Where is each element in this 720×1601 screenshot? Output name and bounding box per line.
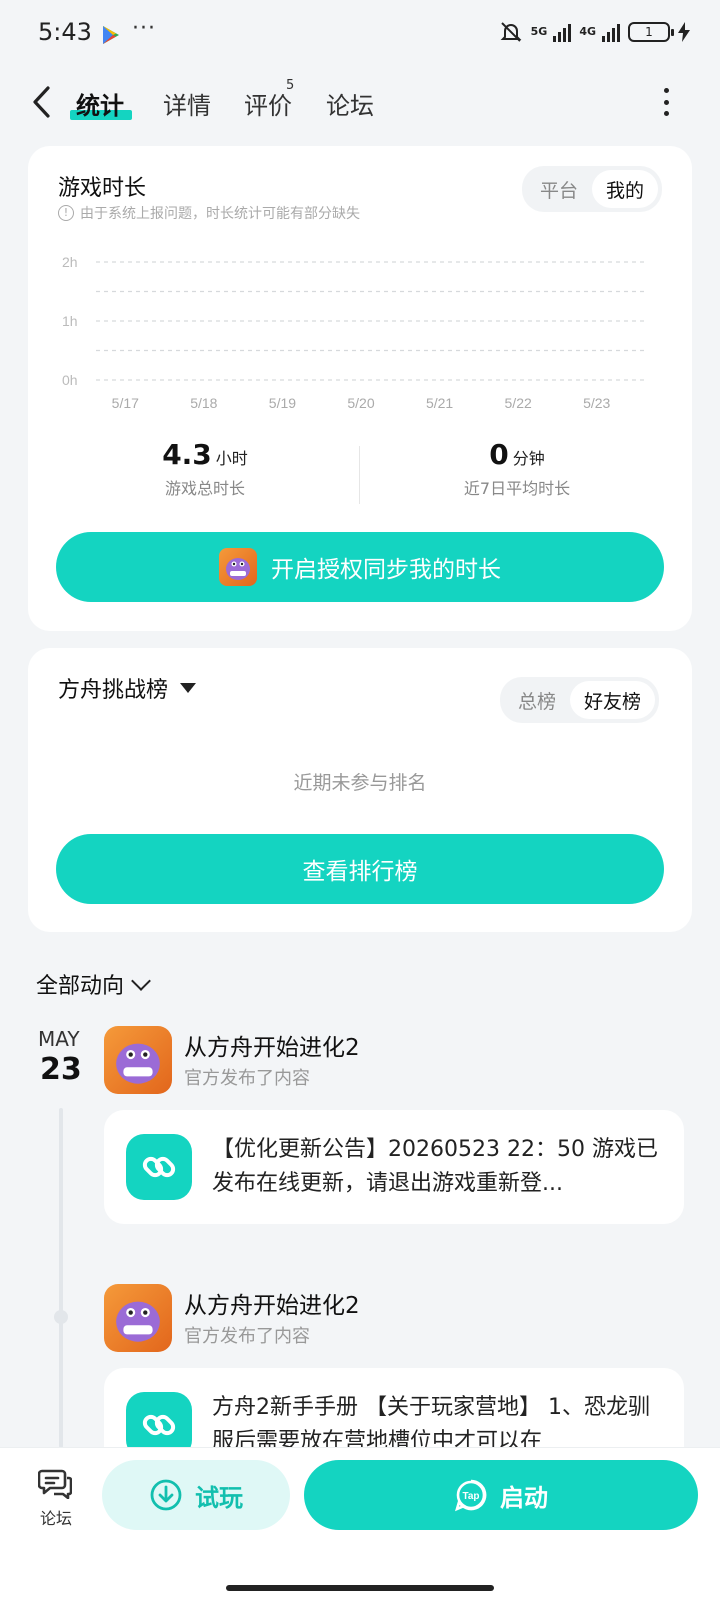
x-tick-label: 5/17	[112, 395, 139, 411]
post-author[interactable]: 从方舟开始进化2	[184, 1286, 360, 1320]
avg-playtime-unit: 分钟	[512, 449, 545, 468]
playtime-notice: ! 由于系统上报问题，时长统计可能有部分缺失	[58, 203, 360, 223]
link-badge	[126, 1134, 192, 1200]
y-tick-label: 2h	[62, 254, 78, 270]
timeline-dot	[54, 1310, 68, 1324]
battery-level: 1	[645, 25, 653, 39]
dino-icon	[116, 1301, 160, 1342]
play-store-icon	[103, 26, 119, 44]
y-tick-label: 0h	[62, 372, 78, 388]
dino-icon	[116, 1043, 160, 1084]
y-tick-label: 1h	[62, 313, 78, 329]
total-playtime-label: 游戏总时长	[164, 479, 245, 498]
reviews-count-badge: 5	[286, 78, 295, 93]
toggle-mine[interactable]: 我的	[592, 170, 659, 208]
link-icon	[142, 1414, 176, 1436]
sync-playtime-button[interactable]: 开启授权同步我的时长	[56, 532, 664, 602]
info-icon: !	[58, 205, 74, 221]
total-playtime-unit: 小时	[215, 449, 248, 468]
feed-filter[interactable]: 全部动向	[36, 968, 151, 1000]
post-text: 【优化更新公告】20260523 22：50 游戏已发布在线更新，请退出游戏重新…	[212, 1137, 658, 1196]
tab-stats[interactable]: 统计	[76, 86, 124, 121]
total-playtime-value: 4.3	[162, 438, 212, 471]
signal-icon	[602, 22, 620, 42]
post-action: 官方发布了内容	[184, 1068, 310, 1089]
x-tick-label: 5/22	[505, 395, 532, 411]
x-tick-label: 5/21	[426, 395, 453, 411]
author-avatar[interactable]	[104, 1284, 172, 1352]
playtime-title: 游戏时长	[58, 176, 147, 201]
signal-icon	[553, 22, 572, 42]
x-tick-label: 5/23	[583, 395, 610, 411]
trial-button[interactable]: 试玩	[102, 1460, 290, 1530]
sync-playtime-label: 开启授权同步我的时长	[271, 557, 501, 583]
dino-icon	[226, 558, 250, 580]
more-options-icon[interactable]	[662, 88, 670, 116]
back-icon[interactable]	[28, 84, 58, 120]
view-ranking-label: 查看排行榜	[302, 859, 418, 885]
battery-icon: 1	[628, 22, 674, 42]
status-icons: 5G 4G 1	[499, 20, 690, 44]
launch-label: 启动	[500, 1483, 548, 1512]
toggle-platform[interactable]: 平台	[526, 170, 592, 208]
x-tick-label: 5/20	[347, 395, 374, 411]
tab-forum[interactable]: 论坛	[326, 86, 374, 121]
ranking-empty-text: 近期未参与排名	[293, 772, 427, 794]
tap-logo-icon: Tap	[454, 1479, 487, 1512]
ranking-title: 方舟挑战榜	[58, 678, 169, 703]
caret-down-icon	[180, 683, 197, 693]
total-playtime: 4.3 小时 游戏总时长	[100, 438, 310, 499]
post-date-month: MAY	[38, 1027, 80, 1051]
link-icon	[142, 1156, 176, 1178]
avg-playtime-label: 近7日平均时长	[463, 479, 571, 498]
avg-playtime: 0 分钟 近7日平均时长	[412, 438, 622, 499]
download-icon	[150, 1479, 182, 1511]
tap-logo-text: Tap	[462, 1491, 479, 1502]
bell-off-icon	[500, 22, 522, 42]
post-action: 官方发布了内容	[184, 1326, 310, 1347]
playtime-notice-text: 由于系统上报问题，时长统计可能有部分缺失	[80, 206, 360, 222]
game-avatar-icon	[219, 548, 257, 586]
network-5g-label: 5G	[530, 25, 548, 38]
chevron-down-icon	[131, 971, 151, 991]
charging-icon	[678, 22, 690, 42]
forum-icon[interactable]	[38, 1467, 72, 1499]
feed-filter-label: 全部动向	[36, 974, 125, 999]
author-avatar[interactable]	[104, 1026, 172, 1094]
more-notifications-icon: ···	[132, 16, 156, 41]
network-4g-label: 4G	[579, 25, 596, 38]
ranking-selector[interactable]: 方舟挑战榜	[58, 672, 197, 704]
forum-label[interactable]: 论坛	[40, 1505, 72, 1529]
toggle-overall[interactable]: 总榜	[504, 681, 570, 719]
view-ranking-button[interactable]: 查看排行榜	[56, 834, 664, 904]
timeline-line	[59, 1108, 63, 1448]
tab-details[interactable]: 详情	[163, 86, 211, 121]
x-tick-label: 5/19	[269, 395, 296, 411]
playtime-chart: 2h 1h 0h 5/17 5/18 5/19 5/20 5/21 5/22 5/23	[62, 254, 646, 411]
status-time: 5:43	[38, 18, 92, 46]
stat-divider	[359, 446, 360, 504]
launch-button[interactable]: Tap 启动	[304, 1460, 698, 1530]
x-tick-label: 5/18	[190, 395, 217, 411]
post-date-day: 23	[40, 1052, 82, 1087]
toggle-friends[interactable]: 好友榜	[570, 681, 656, 719]
post-author[interactable]: 从方舟开始进化2	[184, 1028, 360, 1062]
home-indicator[interactable]	[226, 1585, 494, 1591]
trial-label: 试玩	[195, 1483, 243, 1512]
tab-reviews[interactable]: 评价	[244, 86, 292, 121]
ranking-scope-toggle: 总榜 好友榜	[500, 677, 660, 723]
playtime-scope-toggle: 平台 我的	[522, 166, 663, 212]
avg-playtime-value: 0	[489, 438, 509, 471]
